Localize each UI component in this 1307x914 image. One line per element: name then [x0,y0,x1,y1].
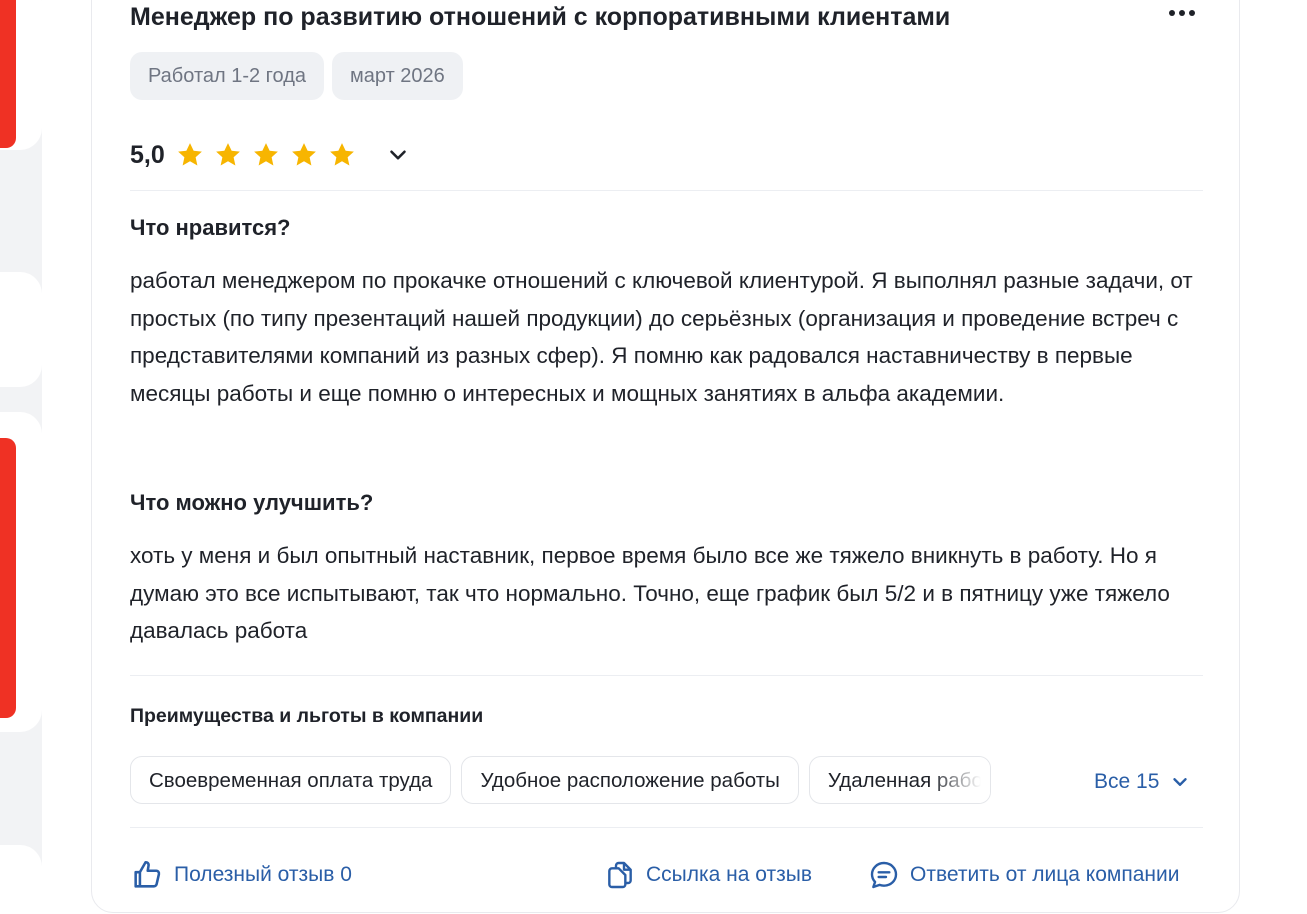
chevron-down-icon [1173,778,1188,786]
chat-reply-icon [870,861,898,889]
next-card-accent [0,438,16,718]
left-sidebar-strip [0,0,42,914]
rating-stars [175,140,365,170]
review-page: Менеджер по развитию отношений с корпора… [0,0,1307,914]
review-tags: Работал 1-2 года март 2026 [130,52,463,100]
likes-title: Что нравится? [130,215,291,240]
tag-date: март 2026 [332,52,463,100]
tag-experience: Работал 1-2 года [130,52,325,100]
divider [130,675,1203,676]
benefit-chip[interactable]: Своевременная оплата труда [130,756,452,804]
useful-review-label: Полезный отзыв 0 [174,863,352,886]
benefit-chips: Своевременная оплата труда Удобное распо… [130,756,991,804]
benefit-chip[interactable]: Удобное расположение работы [461,756,799,804]
divider [130,827,1203,828]
improve-text: хоть у меня и был опытный наставник, пер… [130,543,1170,643]
star-icon [291,143,316,166]
star-icon [215,143,240,166]
copy-link-icon [608,861,632,889]
small-card-edge [0,272,42,387]
show-all-benefits-button[interactable]: Все 15 [1094,766,1191,798]
rating-row: 5,0 [130,134,411,176]
benefits-title: Преимущества и льготы в компании [130,705,484,727]
useful-review-button[interactable]: Полезный отзыв 0 [130,856,352,894]
more-dot [1189,10,1195,16]
rating-value: 5,0 [130,140,165,169]
more-dots-icon [1169,10,1175,16]
more-dot [1179,10,1185,16]
thumbs-up-icon [134,860,161,888]
star-icon [253,143,278,166]
show-all-label: Все 15 [1094,770,1160,793]
star-icon [177,143,202,166]
chevron-down-icon[interactable] [385,142,411,168]
review-title: Менеджер по развитию отношений с корпора… [130,3,951,31]
star-icon [329,143,354,166]
lower-card-edge [0,845,42,914]
reply-as-company-label: Ответить от лица компании [910,863,1180,886]
copy-link-label: Ссылка на отзыв [646,863,813,886]
copy-link-button[interactable]: Ссылка на отзыв [604,856,812,894]
benefit-chip[interactable]: Удаленная работа [808,756,991,804]
reply-as-company-button[interactable]: Ответить от лица компании [868,856,1179,894]
divider [130,190,1203,191]
previous-card-accent [0,0,16,148]
more-options-button[interactable] [1162,2,1202,24]
likes-text: работал менеджером по прокачке отношений… [130,268,1193,406]
improve-title: Что можно улучшить? [130,490,374,515]
